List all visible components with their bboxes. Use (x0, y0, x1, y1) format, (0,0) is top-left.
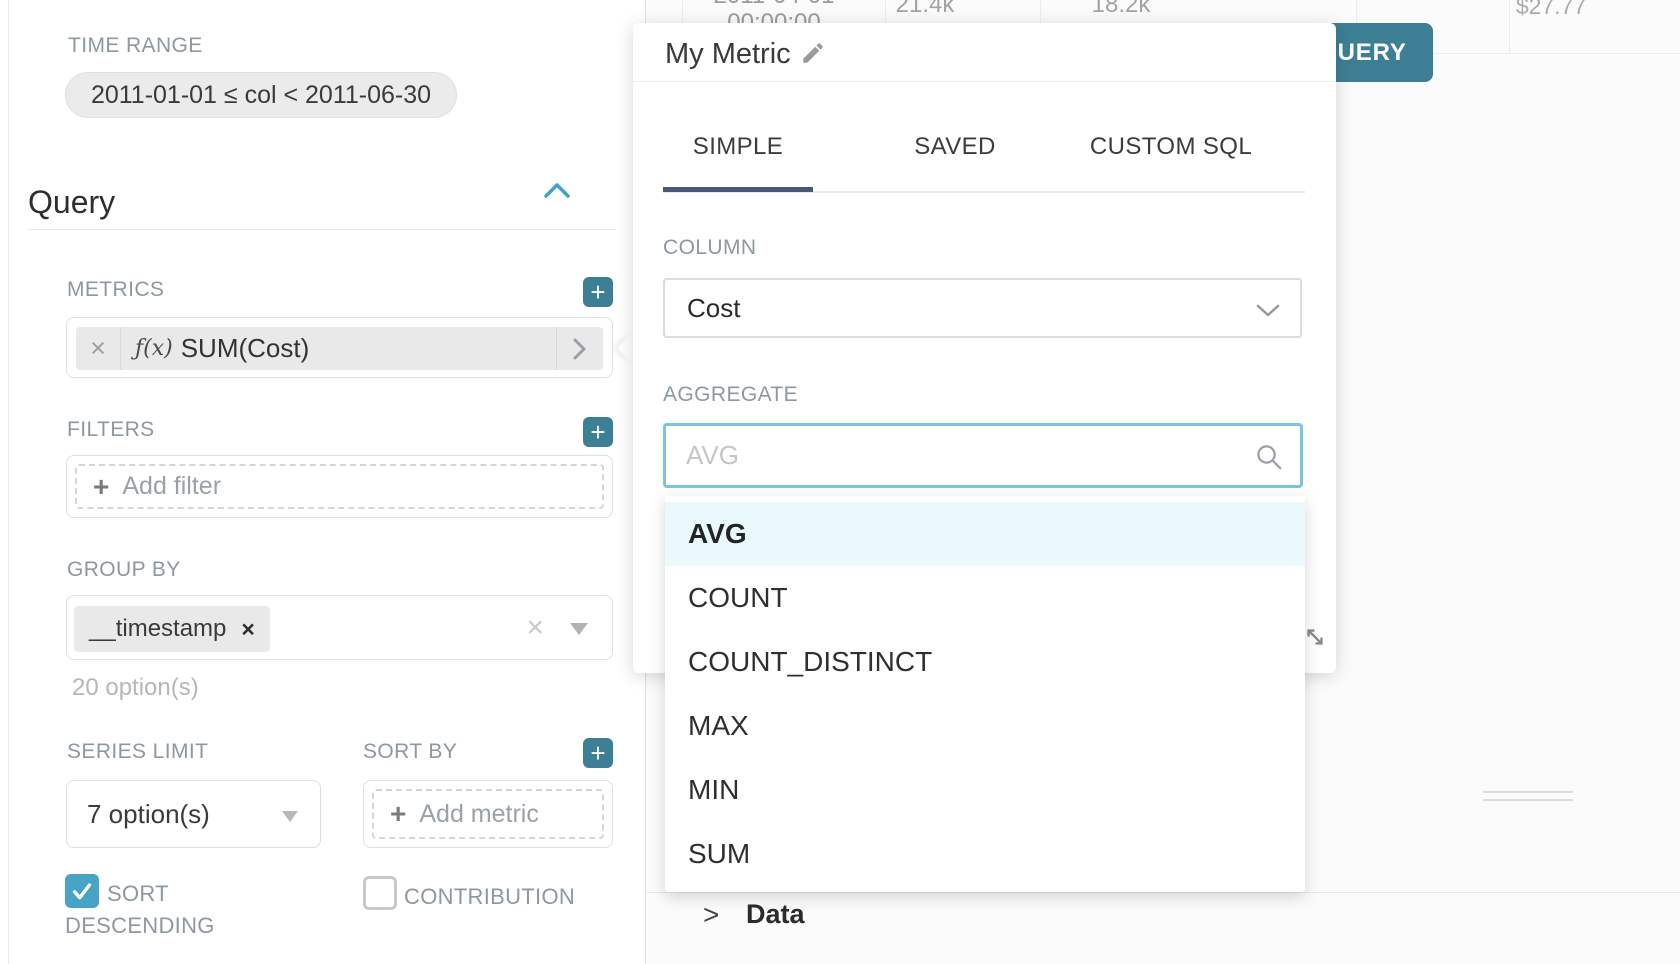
check-icon (70, 879, 94, 903)
add-sort-metric-dropzone[interactable]: + Add metric (372, 789, 604, 839)
pill-spacer (309, 327, 556, 370)
option-sum[interactable]: SUM (665, 822, 1305, 886)
edit-pencil-icon[interactable] (800, 40, 826, 66)
sort-descending-label-line2: DESCENDING (65, 913, 215, 939)
data-panel-title[interactable]: Data (746, 899, 805, 930)
popover-header-divider (633, 81, 1336, 82)
time-range-pill[interactable]: 2011-01-01 ≤ col < 2011-06-30 (65, 72, 457, 118)
option-avg[interactable]: AVG (665, 502, 1305, 566)
time-range-label: TIME RANGE (68, 34, 203, 58)
contribution-checkbox[interactable] (363, 876, 397, 910)
add-sort-metric-button[interactable]: + (583, 738, 613, 768)
series-limit-value: 7 option(s) (87, 781, 210, 847)
chart-edge-line (1483, 799, 1573, 801)
table-cell-value: $27.77 (1506, 0, 1596, 20)
explore-page: 2011-04-01 00:00:00 21.4k 18.2k $27.77 T… (0, 0, 1680, 964)
query-section-title: Query (28, 184, 115, 221)
expand-data-panel-icon[interactable]: > (703, 899, 719, 931)
table-gridline (682, 0, 683, 23)
group-by-label: GROUP BY (67, 558, 181, 582)
aggregate-options-dropdown: AVG COUNT COUNT_DISTINCT MAX MIN SUM (665, 496, 1305, 892)
plus-icon: + (93, 477, 109, 497)
left-panel-border (8, 0, 9, 964)
tag-label: __timestamp (89, 615, 226, 643)
plus-icon: + (390, 804, 406, 824)
chevron-down-icon[interactable] (570, 623, 588, 635)
plus-icon: + (590, 740, 605, 766)
metric-title: My Metric (665, 38, 791, 71)
chevron-right-icon[interactable] (557, 327, 603, 370)
filters-label: FILTERS (67, 418, 155, 442)
chevron-down-icon (1256, 304, 1280, 318)
column-select[interactable]: Cost (663, 278, 1302, 338)
add-filter-placeholder: Add filter (122, 472, 221, 501)
sort-descending-checkbox[interactable] (65, 874, 99, 908)
plus-icon: + (590, 279, 605, 305)
sort-descending-label-line1: SORT (107, 881, 169, 907)
clear-select-icon[interactable]: × (526, 596, 544, 659)
option-max[interactable]: MAX (665, 694, 1305, 758)
sort-by-label: SORT BY (363, 740, 457, 764)
table-cell-value: 21.4k (885, 0, 965, 19)
group-by-select[interactable]: __timestamp × × (66, 595, 613, 660)
tab-saved[interactable]: SAVED (845, 133, 1065, 161)
metrics-label: METRICS (67, 278, 164, 302)
data-panel-divider (646, 892, 1680, 893)
group-by-tag: __timestamp × (74, 606, 270, 652)
add-filter-button[interactable]: + (583, 417, 613, 447)
add-filter-dropzone[interactable]: + Add filter (75, 464, 604, 509)
column-label: COLUMN (663, 236, 756, 260)
section-divider (28, 229, 616, 230)
group-by-options-hint: 20 option(s) (72, 674, 199, 702)
option-count-distinct[interactable]: COUNT_DISTINCT (665, 630, 1305, 694)
aggregate-search-input[interactable] (666, 426, 1300, 485)
option-count[interactable]: COUNT (665, 566, 1305, 630)
metrics-field: × ƒ(x) SUM(Cost) (66, 317, 613, 378)
function-icon: ƒ(x) (121, 327, 181, 370)
table-gridline (1509, 0, 1510, 53)
contribution-label: CONTRIBUTION (404, 884, 575, 910)
series-limit-label: SERIES LIMIT (67, 740, 208, 764)
remove-tag-icon[interactable]: × (241, 616, 254, 643)
collapse-section-icon[interactable] (543, 182, 571, 199)
add-metric-button[interactable]: + (583, 277, 613, 307)
resize-handle-icon[interactable] (1301, 623, 1329, 651)
column-value: Cost (687, 280, 740, 336)
tab-simple[interactable]: SIMPLE (628, 133, 848, 161)
metric-pill-sum-cost[interactable]: × ƒ(x) SUM(Cost) (76, 327, 603, 370)
filters-field: + Add filter (66, 455, 613, 518)
table-gridline (885, 0, 886, 23)
sort-by-field: + Add metric (363, 780, 613, 848)
series-limit-select[interactable]: 7 option(s) (66, 780, 321, 848)
table-cell-value: 18.2k (1081, 0, 1161, 19)
aggregate-select (663, 423, 1303, 488)
table-gridline (1040, 0, 1041, 23)
search-icon (1254, 442, 1284, 472)
add-metric-placeholder: Add metric (419, 800, 538, 829)
chevron-down-icon (282, 811, 298, 822)
metric-name: SUM(Cost) (181, 327, 310, 370)
chart-edge-line (1483, 791, 1573, 793)
aggregate-label: AGGREGATE (663, 383, 798, 407)
remove-metric-icon[interactable]: × (76, 327, 120, 370)
tab-custom-sql[interactable]: CUSTOM SQL (1061, 133, 1281, 161)
active-tab-indicator (663, 187, 813, 192)
plus-icon: + (590, 419, 605, 445)
option-min[interactable]: MIN (665, 758, 1305, 822)
